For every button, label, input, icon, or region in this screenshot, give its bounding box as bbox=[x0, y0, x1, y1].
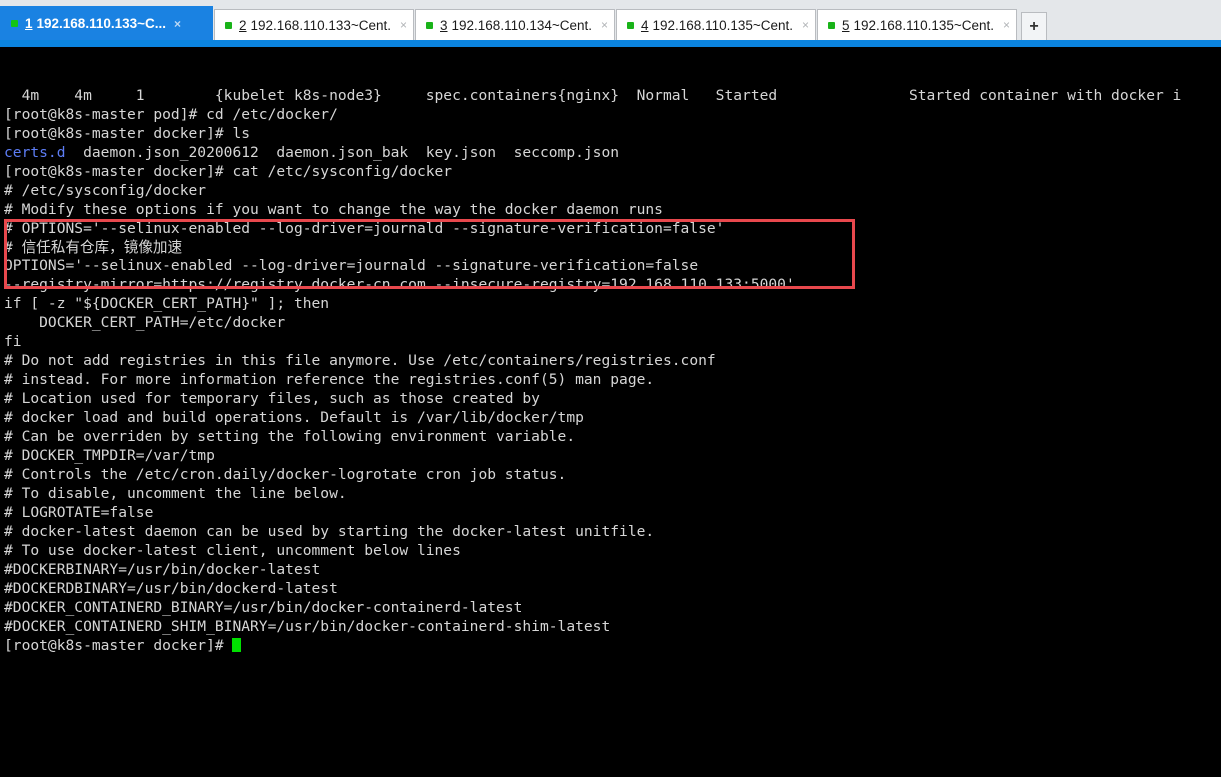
terminal-line-text: # instead. For more information referenc… bbox=[4, 371, 655, 389]
terminal-line: # docker-latest daemon can be used by st… bbox=[4, 523, 1221, 542]
connection-status-dot-icon bbox=[225, 21, 232, 29]
terminal-line: #DOCKER_CONTAINERD_SHIM_BINARY=/usr/bin/… bbox=[4, 618, 1221, 637]
terminal-line: # To disable, uncomment the line below. bbox=[4, 485, 1221, 504]
tab-5[interactable]: 5 192.168.110.135~Cent... × bbox=[817, 9, 1017, 40]
close-icon[interactable]: × bbox=[400, 19, 407, 31]
terminal-line-text: #DOCKER_CONTAINERD_BINARY=/usr/bin/docke… bbox=[4, 598, 523, 616]
terminal-line-text: # DOCKER_TMPDIR=/var/tmp bbox=[4, 447, 215, 465]
terminal-line-text: if [ -z "${DOCKER_CERT_PATH}" ]; then bbox=[4, 295, 330, 313]
connection-status-dot-icon bbox=[627, 21, 634, 29]
connection-status-dot-icon bbox=[11, 20, 18, 27]
tab-4[interactable]: 4 192.168.110.135~Cent... × bbox=[616, 9, 816, 40]
text-cursor bbox=[232, 637, 242, 652]
terminal-line: [root@k8s-master docker]# cat /etc/sysco… bbox=[4, 163, 1221, 182]
terminal-line: # instead. For more information referenc… bbox=[4, 371, 1221, 390]
terminal-line: #DOCKERDBINARY=/usr/bin/dockerd-latest bbox=[4, 580, 1221, 599]
new-tab-button[interactable]: + bbox=[1021, 12, 1047, 40]
tab-index-label: 4 bbox=[641, 17, 649, 33]
terminal-line: [root@k8s-master docker]# bbox=[4, 637, 1221, 656]
terminal-line-text: # /etc/sysconfig/docker bbox=[4, 181, 207, 199]
terminal-line-text: [root@k8s-master pod]# cd /etc/docker/ bbox=[4, 105, 338, 123]
terminal-line-text: # docker-latest daemon can be used by st… bbox=[4, 522, 655, 540]
terminal-line: fi bbox=[4, 333, 1221, 352]
terminal-line-text: fi bbox=[4, 333, 22, 351]
terminal-line: # To use docker-latest client, uncomment… bbox=[4, 542, 1221, 561]
terminal-line: 4m 4m 1 {kubelet k8s-node3} spec.contain… bbox=[4, 87, 1221, 106]
terminal-output-area[interactable]: 4m 4m 1 {kubelet k8s-node3} spec.contain… bbox=[0, 47, 1221, 777]
tab-index-label: 3 bbox=[440, 17, 448, 33]
terminal-line: OPTIONS='--selinux-enabled --log-driver=… bbox=[4, 257, 1221, 276]
tab-index-label: 1 bbox=[25, 16, 33, 31]
terminal-line-text: # Modify these options if you want to ch… bbox=[4, 200, 663, 218]
terminal-line: [root@k8s-master pod]# cd /etc/docker/ bbox=[4, 106, 1221, 125]
terminal-line: # OPTIONS='--selinux-enabled --log-drive… bbox=[4, 220, 1221, 239]
tab-title-label: 192.168.110.135~Cent... bbox=[853, 17, 995, 33]
terminal-line: # docker load and build operations. Defa… bbox=[4, 409, 1221, 428]
terminal-line: # LOGROTATE=false bbox=[4, 504, 1221, 523]
terminal-line-text: #DOCKER_CONTAINERD_SHIM_BINARY=/usr/bin/… bbox=[4, 617, 611, 635]
terminal-line-text: # OPTIONS='--selinux-enabled --log-drive… bbox=[4, 219, 725, 237]
terminal-line-text: #DOCKERBINARY=/usr/bin/docker-latest bbox=[4, 560, 321, 578]
terminal-line: if [ -z "${DOCKER_CERT_PATH}" ]; then bbox=[4, 295, 1221, 314]
terminal-line: DOCKER_CERT_PATH=/etc/docker bbox=[4, 314, 1221, 333]
connection-status-dot-icon bbox=[828, 21, 835, 29]
terminal-line: #DOCKER_CONTAINERD_BINARY=/usr/bin/docke… bbox=[4, 599, 1221, 618]
terminal-line-text: [root@k8s-master docker]# ls bbox=[4, 124, 251, 142]
terminal-line: # Controls the /etc/cron.daily/docker-lo… bbox=[4, 466, 1221, 485]
terminal-line: # Can be overriden by setting the follow… bbox=[4, 428, 1221, 447]
terminal-line: # Do not add registries in this file any… bbox=[4, 352, 1221, 371]
tab-bar: 1 192.168.110.133~C... × 2 192.168.110.133~C… bbox=[0, 0, 1221, 40]
close-icon[interactable]: × bbox=[601, 19, 608, 31]
terminal-line-text: # 信任私有仓库，镜像加速 bbox=[4, 238, 183, 256]
directory-entry: certs.d bbox=[4, 143, 66, 161]
tab-2[interactable]: 2 192.168.110.133~Cent... × bbox=[214, 9, 414, 40]
connection-status-dot-icon bbox=[426, 21, 433, 29]
terminal-line-text: DOCKER_CERT_PATH=/etc/docker bbox=[4, 314, 286, 332]
terminal-line: # 信任私有仓库，镜像加速 bbox=[4, 239, 1221, 258]
terminal-line: # /etc/sysconfig/docker bbox=[4, 182, 1221, 201]
terminal-line-text: 4m 4m 1 {kubelet k8s-node3} spec.contain… bbox=[4, 86, 1182, 104]
terminal-line-text: # Do not add registries in this file any… bbox=[4, 352, 716, 370]
terminal-line: # Modify these options if you want to ch… bbox=[4, 201, 1221, 220]
shell-prompt: [root@k8s-master docker]# bbox=[4, 636, 233, 654]
tab-bar-empty-space bbox=[1047, 39, 1221, 40]
terminal-line: #DOCKERBINARY=/usr/bin/docker-latest bbox=[4, 561, 1221, 580]
terminal-line-text: # To use docker-latest client, uncomment… bbox=[4, 541, 461, 559]
tab-title-label: 192.168.110.133~C... bbox=[36, 16, 167, 31]
terminal-line-text: OPTIONS='--selinux-enabled --log-driver=… bbox=[4, 257, 699, 275]
terminal-line: # DOCKER_TMPDIR=/var/tmp bbox=[4, 447, 1221, 466]
tab-title-label: 192.168.110.135~Cent... bbox=[652, 17, 794, 33]
terminal-line: --registry-mirror=https://registry.docke… bbox=[4, 276, 1221, 295]
terminal-line-text: [root@k8s-master docker]# cat /etc/sysco… bbox=[4, 162, 453, 180]
terminal-line-text: # docker load and build operations. Defa… bbox=[4, 409, 584, 427]
terminal-line: certs.d daemon.json_20200612 daemon.json… bbox=[4, 144, 1221, 163]
terminal-line-text: # Controls the /etc/cron.daily/docker-lo… bbox=[4, 465, 567, 483]
tab-title-label: 192.168.110.134~Cent... bbox=[451, 17, 593, 33]
terminal-line-text: # Can be overriden by setting the follow… bbox=[4, 428, 576, 446]
terminal-lines: 4m 4m 1 {kubelet k8s-node3} spec.contain… bbox=[4, 87, 1221, 656]
close-icon[interactable]: × bbox=[802, 19, 809, 31]
terminal-line-text: --registry-mirror=https://registry.docke… bbox=[4, 276, 795, 294]
terminal-line-text: #DOCKERDBINARY=/usr/bin/dockerd-latest bbox=[4, 579, 338, 597]
terminal-line-text: # Location used for temporary files, suc… bbox=[4, 390, 540, 408]
terminal-line-text: # LOGROTATE=false bbox=[4, 503, 154, 521]
file-entries: daemon.json_20200612 daemon.json_bak key… bbox=[65, 143, 620, 161]
tab-1[interactable]: 1 192.168.110.133~C... × bbox=[0, 6, 213, 40]
terminal-line: [root@k8s-master docker]# ls bbox=[4, 125, 1221, 144]
close-icon[interactable]: × bbox=[1003, 19, 1010, 31]
tab-index-label: 2 bbox=[239, 17, 247, 33]
close-icon[interactable]: × bbox=[174, 18, 181, 30]
tab-3[interactable]: 3 192.168.110.134~Cent... × bbox=[415, 9, 615, 40]
tab-bar-accent-divider bbox=[0, 40, 1221, 47]
terminal-line-text: # To disable, uncomment the line below. bbox=[4, 484, 347, 502]
tab-index-label: 5 bbox=[842, 17, 850, 33]
terminal-line: # Location used for temporary files, suc… bbox=[4, 390, 1221, 409]
tab-title-label: 192.168.110.133~Cent... bbox=[250, 17, 392, 33]
